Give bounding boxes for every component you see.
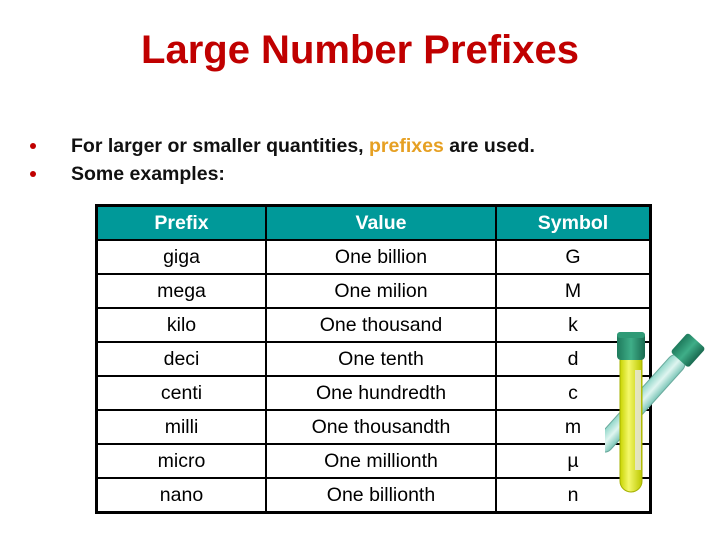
table-row: mega One milion M: [95, 273, 652, 309]
table-row: milli One thousandth m: [95, 409, 652, 445]
table-row: micro One millionth µ: [95, 443, 652, 479]
cell-symbol: G: [495, 239, 652, 275]
vertical-tube: [617, 332, 645, 493]
table-header-row: Prefix Value Symbol: [95, 204, 652, 241]
bullet-list: For larger or smaller quantities, prefix…: [26, 133, 535, 189]
table-row: kilo One thousand k: [95, 307, 652, 343]
column-header-value: Value: [265, 204, 497, 241]
prefix-table: Prefix Value Symbol giga One billion G m…: [95, 204, 652, 514]
bullet-text-end: are used.: [443, 135, 535, 157]
table-row: nano One billionth n: [95, 477, 652, 514]
cell-prefix: kilo: [95, 307, 267, 343]
cell-prefix: nano: [95, 477, 267, 514]
cell-value: One thousand: [265, 307, 497, 343]
bullet-dot-icon: [30, 171, 36, 177]
cell-prefix: micro: [95, 443, 267, 479]
bullet-item: For larger or smaller quantities, prefix…: [26, 133, 535, 161]
table-row: centi One hundredth c: [95, 375, 652, 411]
slide-title: Large Number Prefixes: [141, 28, 579, 72]
table-row: deci One tenth d: [95, 341, 652, 377]
cell-prefix: giga: [95, 239, 267, 275]
table-row: giga One billion G: [95, 239, 652, 275]
column-header-prefix: Prefix: [95, 204, 267, 241]
cell-value: One tenth: [265, 341, 497, 377]
cell-value: One billionth: [265, 477, 497, 514]
column-header-symbol: Symbol: [495, 204, 652, 241]
test-tubes-icon: [605, 332, 705, 493]
cell-symbol: M: [495, 273, 652, 309]
cell-value: One millionth: [265, 443, 497, 479]
cell-prefix: milli: [95, 409, 267, 445]
bullet-item: Some examples:: [26, 161, 535, 189]
cell-value: One milion: [265, 273, 497, 309]
bullet-dot-icon: [30, 143, 36, 149]
cell-value: One thousandth: [265, 409, 497, 445]
cell-prefix: deci: [95, 341, 267, 377]
bullet-text: For larger or smaller quantities,: [71, 135, 370, 157]
cell-value: One billion: [265, 239, 497, 275]
bullet-text: Some examples:: [71, 163, 225, 185]
highlight-word: prefixes: [369, 135, 444, 157]
cell-value: One hundredth: [265, 375, 497, 411]
cell-prefix: centi: [95, 375, 267, 411]
cell-prefix: mega: [95, 273, 267, 309]
